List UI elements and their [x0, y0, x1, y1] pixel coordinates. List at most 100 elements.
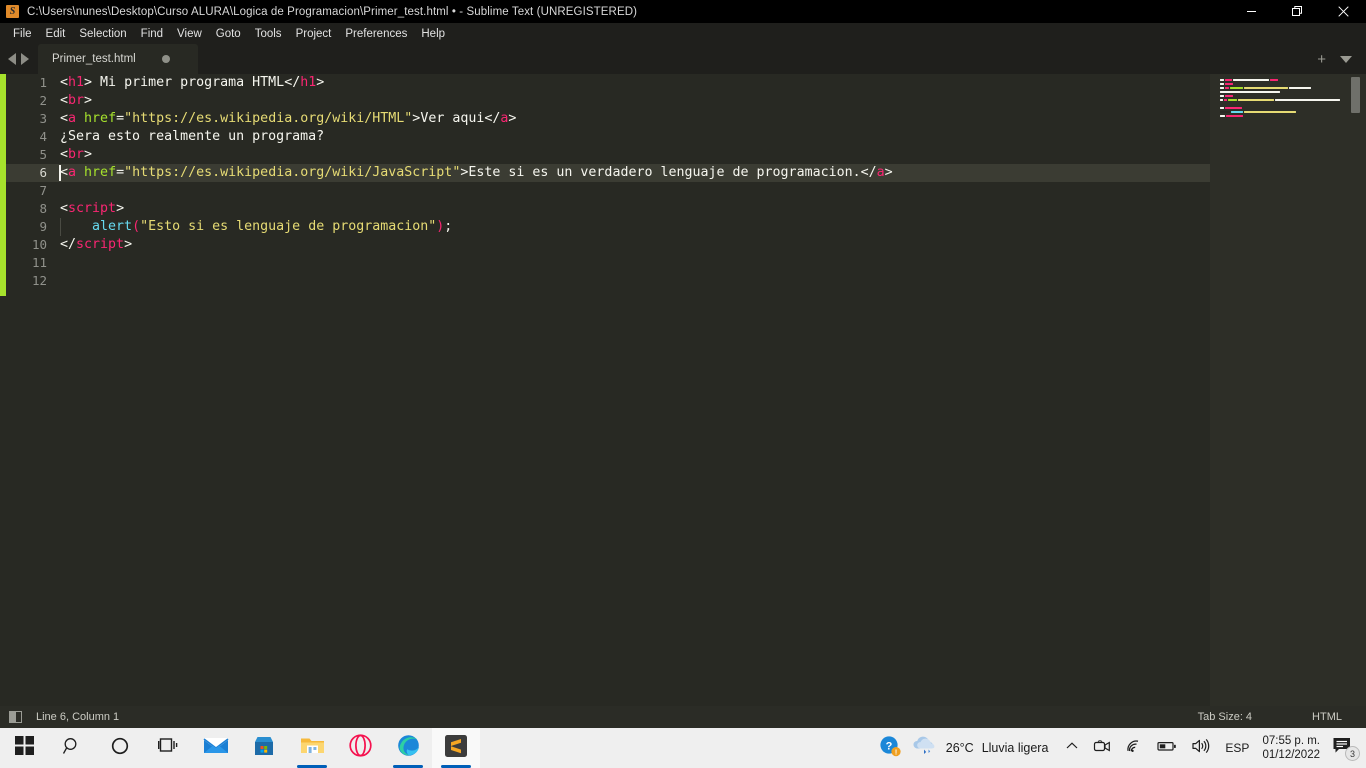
system-tray: ? ! 26°C Lluvia ligera ESP 07:55 p. m. 0…: [872, 728, 1366, 768]
minimap-segment: [1226, 115, 1243, 117]
minimap-segment: [1231, 111, 1243, 113]
menu-item-goto[interactable]: Goto: [209, 25, 248, 43]
edge-browser-app[interactable]: [384, 728, 432, 768]
menu-item-file[interactable]: File: [6, 25, 39, 43]
language-label: ESP: [1225, 741, 1250, 755]
minimap-segment: [1225, 95, 1233, 97]
token-punc: >: [316, 75, 325, 90]
code-line-1[interactable]: <h1> Mi primer programa HTML</h1>: [56, 74, 1210, 92]
status-bar: Line 6, Column 1 Tab Size: 4 HTML: [0, 706, 1366, 728]
editor-tab[interactable]: Primer_test.html: [38, 44, 198, 74]
menu-item-tools[interactable]: Tools: [248, 25, 289, 43]
menu-item-edit[interactable]: Edit: [39, 25, 73, 43]
minimap-segment: [1220, 115, 1225, 117]
microsoft-store-app[interactable]: [240, 728, 288, 768]
code-line-10[interactable]: </script>: [56, 236, 1210, 254]
minimap-segment: [1225, 79, 1232, 81]
search-button[interactable]: [48, 728, 96, 768]
minimap-segment: [1237, 99, 1274, 101]
tab-size-label[interactable]: Tab Size: 4: [1198, 711, 1252, 723]
code-line-12[interactable]: [56, 272, 1210, 290]
minimap[interactable]: [1210, 74, 1366, 706]
chevron-down-icon[interactable]: [1340, 55, 1352, 63]
cursor-position-label[interactable]: Line 6, Column 1: [36, 711, 119, 723]
windows-start-icon: [14, 736, 34, 760]
token-punc: <: [60, 111, 69, 126]
minimap-scrollbar[interactable]: [1351, 77, 1360, 113]
arrow-right-icon[interactable]: [21, 53, 29, 65]
new-tab-button[interactable]: +: [1317, 52, 1326, 67]
code-line-8[interactable]: <script>: [56, 200, 1210, 218]
code-line-5[interactable]: <br>: [56, 146, 1210, 164]
mail-icon: [203, 736, 229, 761]
menu-item-project[interactable]: Project: [289, 25, 339, 43]
code-line-4[interactable]: ¿Sera esto realmente un programa?: [56, 128, 1210, 146]
weather-condition: Lluvia ligera: [981, 741, 1049, 755]
sidebar-toggle-icon[interactable]: [9, 711, 22, 723]
weather-widget[interactable]: 26°C Lluvia ligera: [908, 728, 1059, 768]
meet-now-button[interactable]: [1086, 728, 1118, 768]
code-line-6[interactable]: <a href="https://es.wikipedia.org/wiki/J…: [56, 164, 1210, 182]
cortana-icon: [110, 736, 130, 761]
file-explorer-app[interactable]: [288, 728, 336, 768]
token-tag: (: [132, 219, 141, 234]
menu-item-find[interactable]: Find: [134, 25, 170, 43]
minimap-segment: [1233, 79, 1269, 81]
token-punc: =: [116, 165, 125, 180]
maximize-button[interactable]: [1274, 0, 1320, 23]
menu-item-preferences[interactable]: Preferences: [338, 25, 414, 43]
token-text: Ver aqui: [420, 111, 485, 126]
camera-icon: [1093, 738, 1111, 759]
help-tip-button[interactable]: ? !: [872, 728, 908, 768]
notifications-button[interactable]: 3: [1328, 728, 1364, 768]
token-punc: >: [116, 201, 125, 216]
code-line-2[interactable]: <br>: [56, 92, 1210, 110]
minimap-segment: [1220, 95, 1224, 97]
code-line-9[interactable]: alert("Esto si es lenguaje de programaci…: [56, 218, 1210, 236]
syntax-label[interactable]: HTML: [1312, 711, 1342, 723]
minimap-segment: [1220, 107, 1224, 109]
task-view-button[interactable]: [144, 728, 192, 768]
code-editor[interactable]: 1 2 3 4 5 6 7 8 9 10 11 12 <h1> Mi primer programa …: [0, 74, 1366, 706]
code-content[interactable]: <h1> Mi primer programa HTML</h1> <br> <a …: [56, 74, 1210, 706]
arrow-left-icon[interactable]: [8, 53, 16, 65]
code-line-11[interactable]: [56, 254, 1210, 272]
tray-overflow-button[interactable]: [1058, 728, 1086, 768]
folder-icon: [300, 735, 325, 761]
network-button[interactable]: [1118, 728, 1150, 768]
token-fn: alert: [92, 219, 133, 234]
token-tag: h1: [68, 75, 85, 90]
code-line-7[interactable]: [56, 182, 1210, 200]
token-tag: script: [76, 237, 125, 252]
minimize-button[interactable]: [1228, 0, 1274, 23]
token-punc: =: [116, 111, 125, 126]
clock-widget[interactable]: 07:55 p. m. 01/12/2022: [1256, 728, 1328, 768]
token-str: "https://es.wikipedia.org/wiki/HTML": [124, 111, 413, 126]
status-bar-right: Tab Size: 4 HTML: [1198, 711, 1366, 723]
battery-button[interactable]: [1150, 728, 1184, 768]
opera-browser-app[interactable]: [336, 728, 384, 768]
cortana-button[interactable]: [96, 728, 144, 768]
code-line-3[interactable]: <a href="https://es.wikipedia.org/wiki/H…: [56, 110, 1210, 128]
menu-item-view[interactable]: View: [170, 25, 209, 43]
minimap-segment: [1225, 83, 1233, 85]
volume-button[interactable]: [1184, 728, 1218, 768]
minimap-row-10: [1220, 114, 1340, 118]
menu-item-help[interactable]: Help: [414, 25, 452, 43]
unsaved-changes-dot-icon[interactable]: [161, 55, 170, 63]
menu-item-selection[interactable]: Selection: [72, 25, 133, 43]
close-button[interactable]: [1320, 0, 1366, 23]
language-indicator[interactable]: ESP: [1218, 728, 1256, 768]
token-text: Este si es un verdadero lenguaje de prog…: [468, 165, 861, 180]
chevron-up-icon: [1065, 739, 1079, 758]
start-button[interactable]: [0, 728, 48, 768]
token-punc: <: [60, 147, 69, 162]
mail-app[interactable]: [192, 728, 240, 768]
sublime-text-app[interactable]: [432, 728, 480, 768]
token-punc: >: [124, 237, 133, 252]
minimap-segment: [1289, 87, 1311, 89]
minimap-lines: [1220, 78, 1340, 118]
token-punc: <: [60, 93, 69, 108]
line-number-12: 12: [31, 273, 47, 288]
